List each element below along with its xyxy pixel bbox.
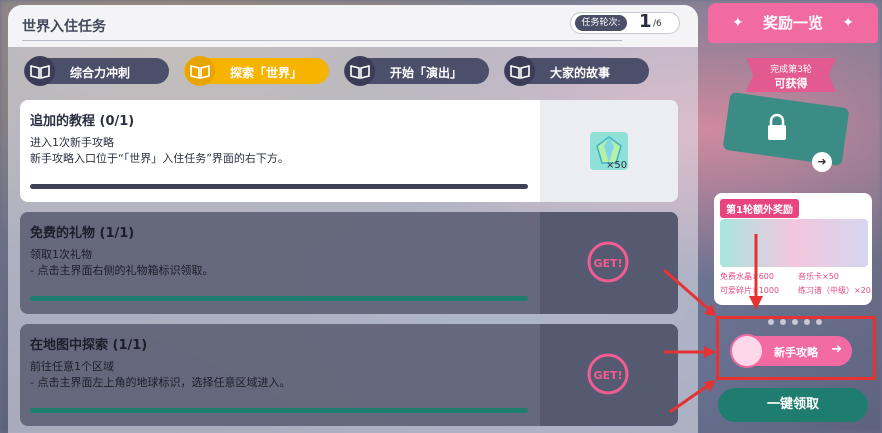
round-label: 任务轮次: [575,15,627,31]
condition-text: 完成第3轮 [770,65,812,75]
sparkle-icon: ✦ [842,15,854,31]
sparkle-icon: ✦ [732,15,744,31]
bonus-reward-card[interactable]: 第1轮额外奖励 免费水晶×600 音乐卡×50 可爱碎片×1000 练习谱（中级… [714,193,872,305]
tab-label: 探索「世界」 [230,66,303,80]
task-hint: 新手攻略入口位于“「世界」入住任务”界面的右下方。 [30,152,289,165]
annotation-arrow-down [749,234,763,310]
reward-list-header[interactable]: ✦ 奖励一览 ✦ [708,3,878,43]
reward-list-title: 奖励一览 [762,14,823,32]
bonus-item: 练习谱（中级）×20 [798,286,871,295]
reward-slot: ×50 [540,100,678,202]
task-hint: - 点击主界面右侧的礼物箱标识领取。 [30,264,214,277]
task-hint: - 点击主界面左上角的地球标识，选择任意区域进入。 [30,376,291,389]
tab-label: 综合力冲刺 [70,66,131,80]
unlock-condition-tag: 完成第3轮 可获得 [746,58,836,92]
task-progress-bar [30,296,528,301]
tab-overall-power[interactable]: 综合力冲刺 [24,56,169,86]
reward-slot: GET! [540,324,678,426]
book-icon [185,56,215,86]
task-description: 领取1次礼物 [30,248,92,261]
reward-slot: GET! [540,212,678,314]
tab-explore-world[interactable]: 探索「世界」 [184,56,329,86]
tab-label: 大家的故事 [550,66,611,80]
task-title: 追加的教程 (0/1) [30,114,135,129]
tab-label: 开始「演出」 [390,66,463,80]
lock-icon [768,113,786,140]
task-card-map-explore[interactable]: 在地图中探索 (1/1) 前往任意1个区域 - 点击主界面左上角的地球标识，选择… [20,324,678,426]
get-stamp-icon: GET! [587,353,629,395]
task-progress-bar [30,184,528,189]
reward-count: ×50 [606,160,628,171]
svg-text:GET!: GET! [593,257,622,270]
round-indicator: 任务轮次: 1 /6 [570,11,680,34]
task-title: 在地图中探索 (1/1) [30,338,148,353]
bonus-item: 音乐卡×50 [798,272,839,281]
task-card-free-gift[interactable]: 免费的礼物 (1/1) 领取1次礼物 - 点击主界面右侧的礼物箱标识领取。 GE… [20,212,678,314]
round-current: 1 [639,11,652,32]
bonus-title: 第1轮额外奖励 [720,199,799,218]
title-divider [22,40,622,41]
bonus-items-art [720,219,868,267]
tab-everyone-story[interactable]: 大家的故事 [504,56,649,86]
svg-text:GET!: GET! [593,369,622,382]
tab-start-performance[interactable]: 开始「演出」 [344,56,489,86]
task-description: 前往任意1个区域 [30,360,114,373]
annotation-arrows [663,268,716,414]
task-card-tutorial[interactable]: 追加的教程 (0/1) 进入1次新手攻略 新手攻略入口位于“「世界」入住任务”界… [20,100,678,202]
get-stamp-icon: GET! [587,241,629,283]
page-title: 世界入住任务 [22,19,106,35]
next-arrow-icon[interactable]: ➜ [812,152,832,172]
annotation-highlight-box [716,316,876,380]
task-description: 进入1次新手攻略 [30,136,114,149]
condition-obtain: 可获得 [774,77,808,90]
book-icon [505,56,535,86]
claim-all-button[interactable]: 一键领取 [718,388,868,422]
round-total: /6 [653,19,662,29]
task-progress-bar [30,408,528,413]
book-icon [345,56,375,86]
task-title: 免费的礼物 (1/1) [30,226,135,241]
book-icon [25,56,55,86]
